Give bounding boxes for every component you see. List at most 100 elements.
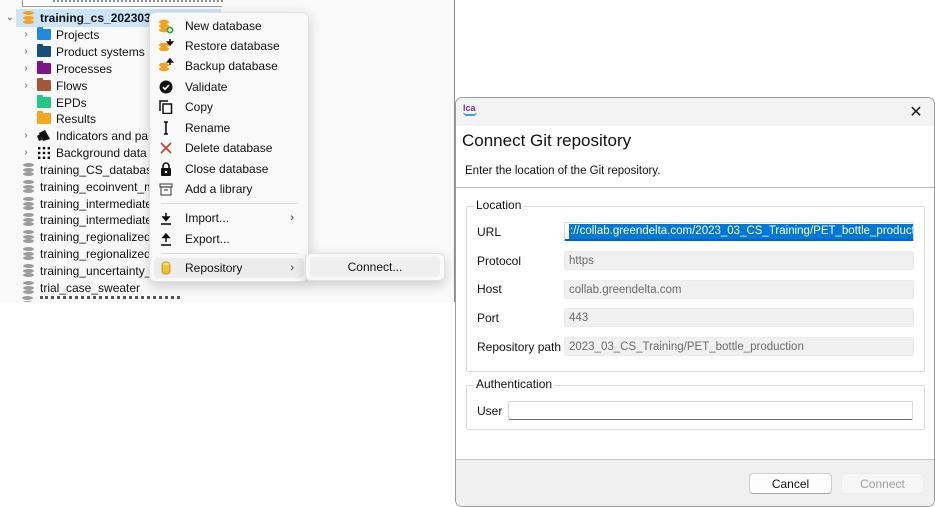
menu-separator bbox=[161, 253, 298, 254]
previous-tree-row-partial bbox=[22, 0, 223, 7]
tree-item-epds[interactable]: EPDs bbox=[20, 94, 87, 111]
chevron-right-icon[interactable]: › bbox=[20, 130, 32, 141]
chevron-right-icon: › bbox=[290, 262, 294, 274]
tree-item-database[interactable]: training_intermediate_ bbox=[16, 195, 159, 212]
tree-item-label: Results bbox=[56, 111, 97, 126]
authentication-legend: Authentication bbox=[474, 377, 555, 391]
restore-database-icon bbox=[158, 38, 174, 54]
tree-item-database[interactable]: trial_case_sweater bbox=[16, 279, 140, 296]
host-label: Host bbox=[477, 282, 502, 296]
menu-item-connect[interactable]: Connect... bbox=[310, 257, 440, 277]
menu-item-delete-database[interactable]: Delete database bbox=[154, 138, 304, 158]
menu-item-rename[interactable]: Rename bbox=[154, 118, 304, 138]
text-cursor-icon bbox=[158, 120, 174, 136]
dialog-title: Connect Git repository bbox=[462, 131, 632, 150]
tree-item-database[interactable]: training_CS_database_ bbox=[16, 161, 165, 178]
database-icon bbox=[20, 230, 36, 243]
user-input[interactable] bbox=[508, 401, 913, 420]
menu-item-label: Copy bbox=[185, 100, 214, 114]
tree-item-label: training_intermediate_ bbox=[40, 212, 159, 227]
dialog-titlebar: LCA ✕ bbox=[456, 98, 934, 126]
import-icon bbox=[158, 210, 174, 226]
port-label: Port bbox=[477, 311, 500, 325]
dialog-footer: Cancel Connect bbox=[456, 459, 934, 506]
database-icon bbox=[20, 213, 36, 226]
database-icon bbox=[20, 197, 36, 210]
lock-icon bbox=[158, 161, 174, 177]
tree-item-database[interactable]: training_regionalized_ bbox=[16, 245, 157, 262]
tree-item-product-systems[interactable]: › Product systems bbox=[20, 43, 145, 60]
grid-icon bbox=[36, 146, 52, 159]
cancel-button[interactable]: Cancel bbox=[749, 473, 832, 494]
database-icon bbox=[20, 11, 36, 24]
delete-icon bbox=[158, 140, 174, 156]
repository-path-label: Repository path bbox=[477, 340, 562, 354]
tree-item-database[interactable]: training_uncertainty_e bbox=[16, 262, 158, 279]
menu-item-close-database[interactable]: Close database bbox=[154, 159, 304, 179]
chevron-right-icon[interactable]: › bbox=[20, 63, 32, 74]
backup-database-icon bbox=[158, 58, 174, 74]
menu-item-restore-database[interactable]: Restore database bbox=[154, 36, 304, 56]
menu-item-label: Import... bbox=[185, 211, 230, 225]
tree-item-label: trial_case_sweater bbox=[40, 280, 141, 295]
tree-item-label: training_uncertainty_e bbox=[40, 263, 159, 278]
tree-item-database[interactable]: training_regionalized_ bbox=[16, 228, 157, 245]
repository-submenu: Connect... bbox=[305, 253, 445, 281]
menu-item-import[interactable]: Import... › bbox=[154, 208, 304, 228]
host-field: collab.greendelta.com bbox=[564, 280, 914, 299]
repository-path-field: 2023_03_CS_Training/PET_bottle_productio… bbox=[564, 337, 914, 356]
folder-icon bbox=[36, 78, 52, 92]
tree-item-database[interactable]: training_ecoinvent_m( bbox=[16, 178, 158, 195]
folder-icon bbox=[36, 111, 52, 125]
tree-item-projects[interactable]: › Projects bbox=[20, 26, 99, 43]
tree-item-label: Processes bbox=[56, 61, 113, 76]
tree-item-label: training_intermediate_ bbox=[40, 196, 159, 211]
chevron-right-icon[interactable]: › bbox=[20, 80, 32, 91]
chevron-right-icon: › bbox=[290, 212, 294, 224]
menu-item-backup-database[interactable]: Backup database bbox=[154, 56, 304, 76]
url-input[interactable]: ://collab.greendelta.com/2023_03_CS_Trai… bbox=[564, 222, 914, 241]
menu-item-label: Add a library bbox=[185, 182, 253, 196]
tree-item-background-data[interactable]: › Background data bbox=[20, 144, 146, 161]
connect-git-dialog: LCA ✕ Connect Git repository Enter the l… bbox=[455, 97, 935, 507]
indicators-icon bbox=[36, 129, 52, 142]
menu-item-label: Export... bbox=[185, 232, 230, 246]
chevron-right-icon[interactable]: › bbox=[20, 29, 32, 40]
menu-item-validate[interactable]: Validate bbox=[154, 77, 304, 97]
repository-icon bbox=[158, 260, 174, 276]
chevron-right-icon[interactable]: › bbox=[20, 46, 32, 57]
check-circle-icon bbox=[158, 79, 174, 95]
tree-item-indicators[interactable]: › Indicators and para bbox=[20, 127, 158, 144]
tree-item-active-database[interactable]: ⌄ training_cs_2023031( bbox=[4, 9, 162, 26]
connect-button[interactable]: Connect bbox=[841, 473, 924, 494]
tree-item-label: Product systems bbox=[56, 44, 145, 59]
menu-item-label: Close database bbox=[185, 162, 269, 176]
chevron-right-icon[interactable]: › bbox=[20, 147, 32, 158]
database-icon bbox=[20, 163, 36, 176]
tree-item-database-partial bbox=[22, 296, 192, 302]
menu-item-label: Restore database bbox=[185, 39, 280, 53]
port-field: 443 bbox=[564, 308, 914, 327]
menu-item-copy[interactable]: Copy bbox=[154, 97, 304, 117]
user-label: User bbox=[477, 404, 503, 418]
tree-item-database[interactable]: training_intermediate_ bbox=[16, 211, 159, 228]
folder-icon bbox=[36, 44, 52, 58]
copy-icon bbox=[158, 99, 174, 115]
url-label: URL bbox=[477, 225, 502, 239]
menu-item-add-library[interactable]: Add a library bbox=[154, 179, 304, 199]
menu-item-label: Repository bbox=[185, 261, 243, 275]
tree-item-results[interactable]: Results bbox=[20, 110, 96, 127]
close-icon[interactable]: ✕ bbox=[906, 102, 926, 122]
tree-item-label: training_ecoinvent_m( bbox=[40, 179, 159, 194]
menu-item-export[interactable]: Export... bbox=[154, 229, 304, 249]
menu-item-new-database[interactable]: New database bbox=[154, 16, 304, 36]
chevron-down-icon[interactable]: ⌄ bbox=[4, 12, 16, 23]
app-logo-text: LCA bbox=[463, 103, 476, 113]
tree-item-flows[interactable]: › Flows bbox=[20, 77, 87, 94]
tree-item-label: Projects bbox=[56, 27, 100, 42]
menu-item-label: Rename bbox=[185, 121, 231, 135]
menu-item-repository[interactable]: Repository › bbox=[154, 258, 304, 278]
dialog-header-separator bbox=[456, 187, 934, 188]
folder-icon bbox=[36, 61, 52, 75]
tree-item-processes[interactable]: › Processes bbox=[20, 60, 112, 77]
